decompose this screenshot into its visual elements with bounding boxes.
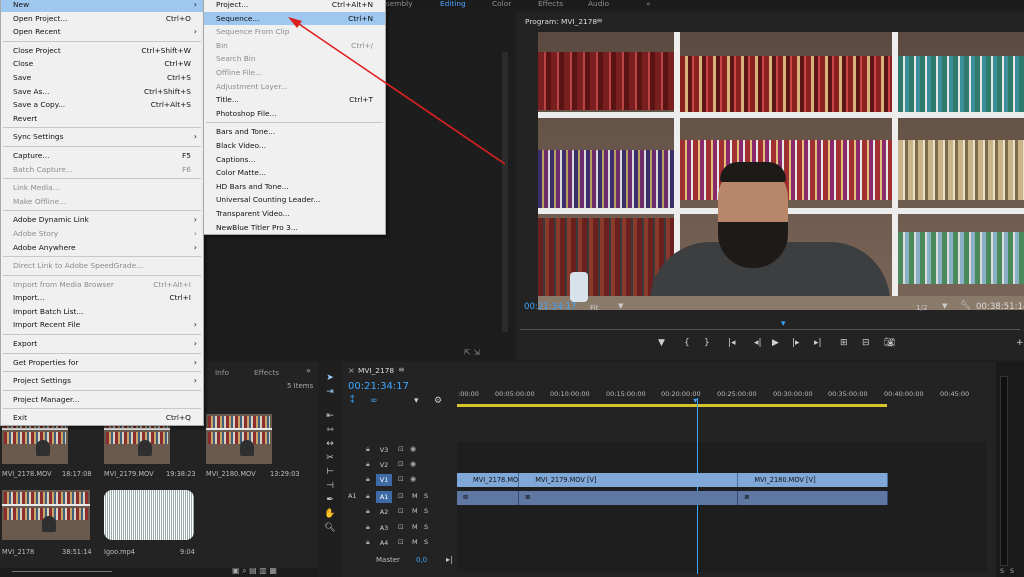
annotation-arrow — [288, 17, 506, 165]
